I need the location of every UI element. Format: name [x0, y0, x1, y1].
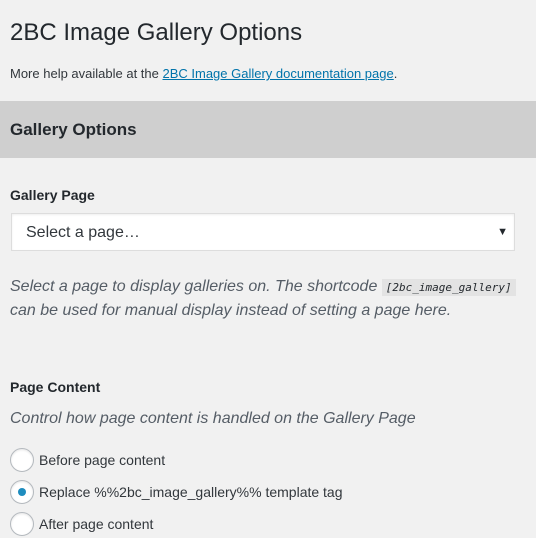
radio-label-before[interactable]: Before page content — [39, 450, 165, 470]
documentation-link[interactable]: 2BC Image Gallery documentation page — [162, 66, 393, 81]
page-content-label: Page Content — [10, 379, 101, 395]
radio-option-replace[interactable]: Replace %%2bc_image_gallery%% template t… — [10, 480, 510, 506]
radio-replace[interactable] — [10, 480, 34, 504]
gallery-page-select[interactable]: Select a page… ▼ — [11, 213, 515, 251]
help-text: More help available at the 2BC Image Gal… — [10, 65, 397, 83]
radio-before[interactable] — [10, 448, 34, 472]
section-title: Gallery Options — [10, 120, 137, 139]
dropdown-arrow-icon: ▼ — [497, 226, 508, 238]
gallery-page-description: Select a page to display galleries on. T… — [10, 275, 520, 322]
section-header: Gallery Options — [0, 101, 536, 158]
help-prefix: More help available at the — [10, 66, 163, 81]
gallery-page-desc-after: can be used for manual display instead o… — [10, 302, 452, 319]
radio-label-after[interactable]: After page content — [39, 514, 153, 534]
help-suffix: . — [393, 66, 398, 81]
radio-after[interactable] — [10, 512, 34, 536]
gallery-page-select-value: Select a page… — [26, 224, 140, 241]
shortcode: [2bc_image_gallery] — [381, 279, 516, 296]
page-title: 2BC Image Gallery Options — [10, 19, 303, 46]
radio-label-replace[interactable]: Replace %%2bc_image_gallery%% template t… — [39, 482, 343, 502]
radio-option-after[interactable]: After page content — [10, 512, 510, 538]
page-content-description: Control how page content is handled on t… — [10, 410, 416, 427]
gallery-page-desc-before: Select a page to display galleries on. T… — [10, 278, 382, 295]
radio-option-before[interactable]: Before page content — [10, 448, 510, 474]
gallery-page-label: Gallery Page — [10, 187, 95, 203]
